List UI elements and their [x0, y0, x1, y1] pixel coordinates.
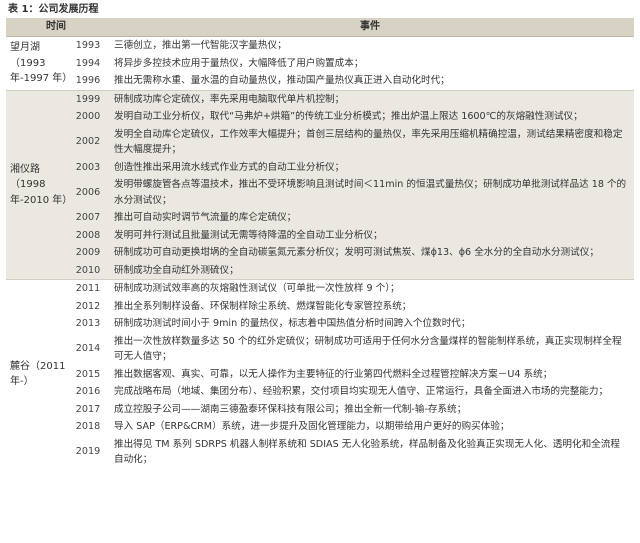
event-cell: 推出一次性放样数量多达 50 个的红外定硫仪；研制成功可适用于任何水分含量煤样的…: [106, 332, 634, 366]
event-cell: 推出全系列制样设备、环保制样除尘系统、燃煤智能化专家管控系统；: [106, 297, 634, 315]
event-cell: 发明带螺旋管各点等温技术，推出不受环境影响且测试时间＜11min 的恒温式量热仪…: [106, 176, 634, 209]
era-cell: 湘仪路（1998 年-2010 年）: [6, 89, 72, 280]
year-cell: 1999: [70, 89, 106, 108]
event-cell: 研制成功测试效率高的灰熔融性测试仪（可单批一次性放样 9 个）；: [106, 279, 634, 298]
event-cell: 完成战略布局（地域、集团分布）、经验积累，交付项目均实现无人值守、正常运行，具备…: [106, 383, 634, 401]
year-cell: 2008: [70, 226, 106, 244]
page: 表 1：公司发展历程 时间 事件 望月湖（1993 年-1997 年） 1993…: [0, 0, 640, 543]
year-cell: 2003: [70, 158, 106, 176]
table-row: 2006 发明带螺旋管各点等温技术，推出不受环境影响且测试时间＜11min 的恒…: [6, 176, 634, 209]
year-cell: 2014: [70, 332, 106, 366]
table-row: 望月湖（1993 年-1997 年） 1993 三德创立，推出第一代智能汉字量热…: [6, 36, 634, 90]
year-cell: 2000: [70, 108, 106, 126]
event-cell: 发明可并行测试且批量测试无需等待降温的全自动工业分析仪；: [106, 226, 634, 244]
year-cell: 2015: [70, 365, 106, 383]
event-cell: 研制成功库仑定硫仪，率先采用电脑取代单片机控制；: [106, 89, 634, 108]
event-cell: 导入 SAP（ERP&CRM）系统，进一步提升及固化管理能力，以期带给用户更好的…: [106, 418, 634, 436]
year-cell: 2019: [70, 435, 106, 469]
year-cell: 2013: [70, 315, 106, 333]
table-row: 2007 推出可自动实时调节气流量的库仑定硫仪；: [6, 209, 634, 227]
event-cell: 研制成功测试时间小于 9min 的量热仪，标志着中国热值分析时间跨入个位数时代；: [106, 315, 634, 333]
event-cell: 成立控股子公司——湖南三德盈泰环保科技有限公司；推出全新一代制-输-存系统；: [106, 400, 634, 418]
table-row: 2010 研制成功全自动红外测硫仪；: [6, 261, 634, 280]
table-row: 麓谷（2011 年-） 2011 研制成功测试效率高的灰熔融性测试仪（可单批一次…: [6, 279, 634, 469]
year-cell: 2010: [70, 261, 106, 280]
event-cell: 创造性推出采用流水线式作业方式的自动工业分析仪；: [106, 158, 634, 176]
event-cell: 推出无需称水重、量水温的自动量热仪，推动国产量热仪真正进入自动化时代；: [106, 72, 634, 90]
year-cell: 1994: [70, 54, 106, 72]
year-cell: 1993: [70, 36, 106, 55]
event-cell: 发明自动工业分析仪，取代“马弗炉+烘箱”的传统工业分析模式；推出炉温上限达 16…: [106, 108, 634, 126]
year-cell: 2017: [70, 400, 106, 418]
year-cell: 2011: [70, 279, 106, 298]
year-cell: 2002: [70, 125, 106, 159]
table-row: 2002 发明全自动库仑定硫仪，工作效率大幅提升；首创三层结构的量热仪，率先采用…: [6, 125, 634, 159]
event-cell: 推出数据客观、真实、可靠，以无人操作为主要特征的行业第四代燃料全过程管控解决方案…: [106, 365, 634, 383]
table-row: 2009 研制成功可自动更换坩埚的全自动碳氢氮元素分析仪；发明可测试焦炭、煤ϕ1…: [6, 244, 634, 262]
year-cell: 2006: [70, 176, 106, 209]
year-cell: 2009: [70, 244, 106, 262]
table-header-row: 时间 事件: [6, 18, 634, 37]
table-row: 2000 发明自动工业分析仪，取代“马弗炉+烘箱”的传统工业分析模式；推出炉温上…: [6, 108, 634, 126]
table-row: 2015 推出数据客观、真实、可靠，以无人操作为主要特征的行业第四代燃料全过程管…: [6, 365, 634, 383]
table-row: 2018 导入 SAP（ERP&CRM）系统，进一步提升及固化管理能力，以期带给…: [6, 418, 634, 436]
event-cell: 研制成功可自动更换坩埚的全自动碳氢氮元素分析仪；发明可测试焦炭、煤ϕ13、ϕ6 …: [106, 244, 634, 262]
table-row: 2003 创造性推出采用流水线式作业方式的自动工业分析仪；: [6, 158, 634, 176]
era-cell: 麓谷（2011 年-）: [6, 279, 70, 469]
header-event: 事件: [106, 18, 634, 37]
table-row: 2008 发明可并行测试且批量测试无需等待降温的全自动工业分析仪；: [6, 226, 634, 244]
table-caption: 表 1：公司发展历程: [8, 4, 99, 15]
table-row: 湘仪路（1998 年-2010 年） 1999 研制成功库仑定硫仪，率先采用电脑…: [6, 89, 634, 280]
event-cell: 发明全自动库仑定硫仪，工作效率大幅提升；首创三层结构的量热仪，率先采用压缩机精确…: [106, 125, 634, 159]
event-cell: 将异步多控技术应用于量热仪，大幅降低了用户购置成本；: [106, 54, 634, 72]
event-cell: 推出可自动实时调节气流量的库仑定硫仪；: [106, 209, 634, 227]
year-cell: 1996: [70, 72, 106, 90]
event-cell: 研制成功全自动红外测硫仪；: [106, 261, 634, 280]
era-cell: 望月湖（1993 年-1997 年）: [6, 36, 72, 90]
table-row: 1996 推出无需称水重、量水温的自动量热仪，推动国产量热仪真正进入自动化时代；: [6, 72, 634, 90]
table-row: 2012 推出全系列制样设备、环保制样除尘系统、燃煤智能化专家管控系统；: [6, 297, 634, 315]
year-cell: 2007: [70, 209, 106, 227]
header-period: 时间: [6, 18, 106, 37]
table-row: 1994 将异步多控技术应用于量热仪，大幅降低了用户购置成本；: [6, 54, 634, 72]
year-cell: 2012: [70, 297, 106, 315]
table-row: 2017 成立控股子公司——湖南三德盈泰环保科技有限公司；推出全新一代制-输-存…: [6, 400, 634, 418]
table-row: 2016 完成战略布局（地域、集团分布）、经验积累，交付项目均实现无人值守、正常…: [6, 383, 634, 401]
year-cell: 2018: [70, 418, 106, 436]
table-body: 望月湖（1993 年-1997 年） 1993 三德创立，推出第一代智能汉字量热…: [6, 36, 634, 469]
table-row: 2013 研制成功测试时间小于 9min 的量热仪，标志着中国热值分析时间跨入个…: [6, 315, 634, 333]
event-cell: 三德创立，推出第一代智能汉字量热仪；: [106, 36, 634, 55]
table-row: 2019 推出得见 TM 系列 SDRPS 机器人制样系统和 SDIAS 无人化…: [6, 435, 634, 469]
table-row: 2014 推出一次性放样数量多达 50 个的红外定硫仪；研制成功可适用于任何水分…: [6, 332, 634, 366]
history-table: 时间 事件 望月湖（1993 年-1997 年） 1993 三德创立，推出第一代…: [6, 18, 634, 469]
year-cell: 2016: [70, 383, 106, 401]
event-cell: 推出得见 TM 系列 SDRPS 机器人制样系统和 SDIAS 无人化验系统，样…: [106, 435, 634, 469]
